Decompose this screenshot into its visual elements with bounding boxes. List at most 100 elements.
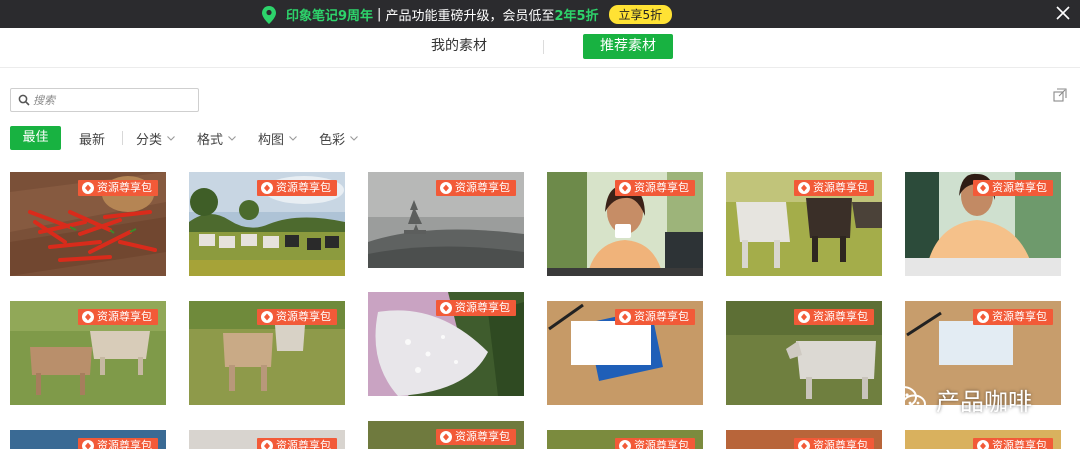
promo-highlight: 2年5折 — [554, 9, 599, 24]
filter-color-label: 色彩 — [319, 132, 346, 148]
image-tile-row3-5[interactable]: 资源尊享包 — [726, 430, 882, 449]
image-tile-row3-4[interactable]: 资源尊享包 — [547, 430, 703, 449]
premium-pack-tag: 资源尊享包 — [615, 180, 695, 196]
diamond-icon — [440, 302, 452, 314]
diamond-icon — [798, 311, 810, 323]
premium-pack-tag: 资源尊享包 — [794, 309, 874, 325]
premium-pack-label: 资源尊享包 — [97, 439, 152, 449]
diamond-icon — [440, 182, 452, 194]
diamond-icon — [798, 440, 810, 449]
image-tile-row3-6[interactable]: 资源尊享包 — [905, 430, 1061, 449]
image-tile-row3-1[interactable]: 资源尊享包 — [10, 430, 166, 449]
diamond-icon — [977, 311, 989, 323]
diamond-icon — [261, 440, 273, 449]
diamond-icon — [82, 182, 94, 194]
premium-pack-label: 资源尊享包 — [97, 181, 152, 194]
premium-pack-label: 资源尊享包 — [992, 310, 1047, 323]
image-tile-flower-droplets[interactable]: 资源尊享包 — [368, 292, 524, 396]
premium-pack-tag: 资源尊享包 — [78, 438, 158, 449]
image-tile-two-cows[interactable]: 资源尊享包 — [726, 172, 882, 276]
premium-pack-tag: 资源尊享包 — [436, 300, 516, 316]
diamond-icon — [619, 182, 631, 194]
premium-pack-tag: 资源尊享包 — [973, 309, 1053, 325]
tab-recommended-materials[interactable]: 推荐素材 — [583, 34, 673, 59]
popout-icon[interactable] — [1053, 88, 1067, 102]
filter-newest-button[interactable]: 最新 — [79, 129, 105, 148]
premium-pack-label: 资源尊享包 — [634, 310, 689, 323]
premium-pack-label: 资源尊享包 — [634, 439, 689, 449]
image-tile-misty-hill[interactable]: 资源尊享包 — [368, 172, 524, 268]
watermark-text: 产品咖啡 — [936, 388, 1032, 416]
premium-pack-tag: 资源尊享包 — [436, 180, 516, 196]
premium-pack-label: 资源尊享包 — [276, 310, 331, 323]
promo-text: 产品功能重磅升级，会员低至 — [385, 9, 555, 24]
watermark: 产品咖啡 — [888, 382, 1032, 417]
image-tile-woman-at-table[interactable]: 资源尊享包 — [905, 172, 1061, 276]
image-tile-cows-grazing[interactable]: 资源尊享包 — [10, 301, 166, 405]
location-pin-icon — [262, 5, 276, 24]
image-tile-chili-peppers[interactable]: 资源尊享包 — [10, 172, 166, 276]
filter-color-dropdown[interactable]: 色彩 — [319, 129, 358, 148]
filter-bar: 最佳 最新 分类 格式 构图 色彩 — [10, 126, 380, 150]
chevron-down-icon — [228, 135, 236, 141]
chevron-down-icon — [167, 135, 175, 141]
filter-format-dropdown[interactable]: 格式 — [197, 129, 236, 148]
chevron-down-icon — [289, 135, 297, 141]
search-box[interactable] — [10, 88, 199, 112]
tab-divider — [543, 40, 544, 54]
diamond-icon — [440, 431, 452, 443]
premium-pack-tag: 资源尊享包 — [436, 429, 516, 445]
diamond-icon — [619, 440, 631, 449]
tab-my-materials[interactable]: 我的素材 — [415, 34, 503, 59]
premium-pack-tag: 资源尊享包 — [794, 438, 874, 449]
promo-badge-button[interactable]: 立享5折 — [608, 5, 673, 24]
premium-pack-label: 资源尊享包 — [813, 439, 868, 449]
filter-category-dropdown[interactable]: 分类 — [136, 129, 175, 148]
diamond-icon — [619, 311, 631, 323]
wechat-icon — [889, 385, 926, 413]
diamond-icon — [261, 182, 273, 194]
filter-format-label: 格式 — [197, 132, 224, 148]
search-input[interactable] — [33, 91, 193, 109]
premium-pack-label: 资源尊享包 — [992, 181, 1047, 194]
premium-pack-label: 资源尊享包 — [276, 181, 331, 194]
image-tile-card-mockup-blue[interactable]: 资源尊享包 — [547, 301, 703, 405]
premium-pack-tag: 资源尊享包 — [615, 438, 695, 449]
premium-pack-tag: 资源尊享包 — [794, 180, 874, 196]
filter-best-button[interactable]: 最佳 — [10, 126, 61, 150]
premium-pack-label: 资源尊享包 — [813, 310, 868, 323]
premium-pack-tag: 资源尊享包 — [257, 309, 337, 325]
promo-brand: 印象笔记9周年 — [286, 9, 374, 24]
search-icon — [18, 94, 30, 106]
premium-pack-label: 资源尊享包 — [813, 181, 868, 194]
premium-pack-label: 资源尊享包 — [992, 439, 1047, 449]
chevron-down-icon — [350, 135, 358, 141]
premium-pack-tag: 资源尊享包 — [973, 180, 1053, 196]
diamond-icon — [977, 440, 989, 449]
premium-pack-label: 资源尊享包 — [455, 301, 510, 314]
material-tabs: 我的素材 推荐素材 — [0, 28, 1080, 68]
premium-pack-label: 资源尊享包 — [455, 430, 510, 443]
diamond-icon — [261, 311, 273, 323]
premium-pack-tag: 资源尊享包 — [257, 438, 337, 449]
promo-banner[interactable]: 印象笔记9周年 | 产品功能重磅升级，会员低至 2年5折 立享5折 — [0, 0, 1080, 28]
image-tile-row3-2[interactable]: 资源尊享包 — [189, 430, 345, 449]
diamond-icon — [82, 440, 94, 449]
image-tile-white-cow[interactable]: 资源尊享包 — [726, 301, 882, 405]
diamond-icon — [82, 311, 94, 323]
filter-composition-dropdown[interactable]: 构图 — [258, 129, 297, 148]
premium-pack-tag: 资源尊享包 — [257, 180, 337, 196]
close-icon[interactable] — [1056, 6, 1070, 20]
filter-divider — [122, 131, 124, 145]
filter-composition-label: 构图 — [258, 132, 285, 148]
premium-pack-label: 资源尊享包 — [97, 310, 152, 323]
premium-pack-label: 资源尊享包 — [455, 181, 510, 194]
filter-category-label: 分类 — [136, 132, 163, 148]
image-tile-calf-field[interactable]: 资源尊享包 — [189, 301, 345, 405]
image-tile-cattle-herd[interactable]: 资源尊享包 — [189, 172, 345, 276]
premium-pack-label: 资源尊享包 — [276, 439, 331, 449]
image-tile-woman-with-cup[interactable]: 资源尊享包 — [547, 172, 703, 276]
promo-separator: | — [377, 7, 382, 22]
image-tile-row3-3[interactable]: 资源尊享包 — [368, 421, 524, 449]
premium-pack-tag: 资源尊享包 — [78, 180, 158, 196]
